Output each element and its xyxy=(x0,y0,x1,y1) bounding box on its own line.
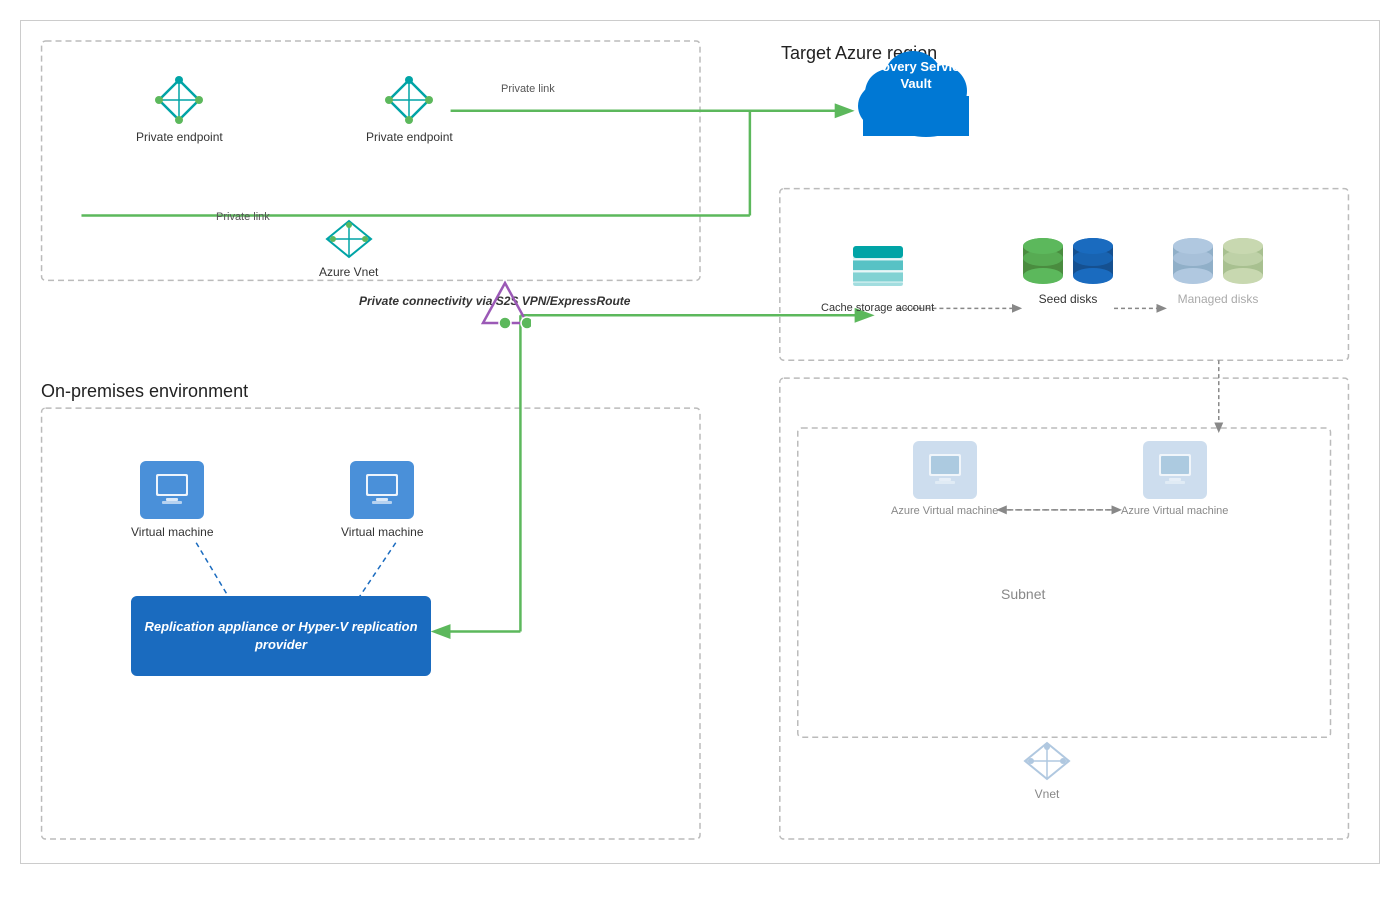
azure-vm2-screen-icon xyxy=(1157,452,1193,488)
vm2-icon xyxy=(350,461,414,519)
managed-disks-icons xyxy=(1171,236,1265,286)
s2s-vpn-icon xyxy=(479,279,531,334)
azure-vm2-label: Azure Virtual machine xyxy=(1121,505,1228,517)
replication-appliance-box: Replication appliance or Hyper-V replica… xyxy=(131,596,431,676)
azure-vm1-screen-icon xyxy=(927,452,963,488)
managed-disk2-icon xyxy=(1221,236,1265,286)
seed-disks-label: Seed disks xyxy=(1039,292,1098,306)
private-link-mid-label: Private link xyxy=(216,211,270,223)
pe2-icon xyxy=(385,76,433,124)
seed-disk1-icon xyxy=(1021,236,1065,286)
private-endpoint-2: Private endpoint xyxy=(366,76,453,144)
vm2-label: Virtual machine xyxy=(341,525,424,539)
on-premises-label: On-premises environment xyxy=(41,381,248,402)
pe2-label: Private endpoint xyxy=(366,130,453,144)
seed-disks-icons xyxy=(1021,236,1115,286)
azure-vm2: Azure Virtual machine xyxy=(1121,441,1228,517)
vm2-screen-icon xyxy=(364,472,400,508)
subnet-label: Subnet xyxy=(1001,586,1045,602)
private-link-top-label: Private link xyxy=(501,83,555,95)
pe1-icon xyxy=(155,76,203,124)
pe1-label: Private endpoint xyxy=(136,130,223,144)
seed-disks: Seed disks xyxy=(1021,236,1115,306)
target-vnet-label: Vnet xyxy=(1035,787,1060,801)
vm1-screen-icon xyxy=(154,472,190,508)
vnet-icon xyxy=(323,217,375,259)
cache-storage: Cache storage account xyxy=(821,236,934,314)
azure-vm1-label: Azure Virtual machine xyxy=(891,505,998,517)
vm1-label: Virtual machine xyxy=(131,525,214,539)
azure-vm1: Azure Virtual machine xyxy=(891,441,998,517)
target-vnet-icon xyxy=(1021,739,1073,781)
seed-disk2-icon xyxy=(1071,236,1115,286)
azure-vnet-label: Azure Vnet xyxy=(319,265,378,279)
private-endpoint-1: Private endpoint xyxy=(136,76,223,144)
cache-storage-icon xyxy=(848,236,908,296)
vm1: Virtual machine xyxy=(131,461,214,539)
diagram-container: Target Azure region Recovery Services Va… xyxy=(20,20,1380,864)
azure-vm1-icon xyxy=(913,441,977,499)
vm2: Virtual machine xyxy=(341,461,424,539)
azure-vm2-icon xyxy=(1143,441,1207,499)
recovery-vault-container: Recovery Services Vault xyxy=(851,41,981,144)
managed-disks: Managed disks xyxy=(1171,236,1265,306)
recovery-vault-label: Recovery Services Vault xyxy=(851,59,981,93)
vm1-icon xyxy=(140,461,204,519)
azure-vnet: Azure Vnet xyxy=(319,217,378,279)
triangle-icon xyxy=(479,279,531,331)
replication-appliance-label: Replication appliance or Hyper-V replica… xyxy=(133,618,429,654)
managed-disks-label: Managed disks xyxy=(1178,292,1259,306)
managed-disk1-icon xyxy=(1171,236,1215,286)
cache-storage-label: Cache storage account xyxy=(821,302,934,314)
target-vnet: Vnet xyxy=(1021,739,1073,801)
